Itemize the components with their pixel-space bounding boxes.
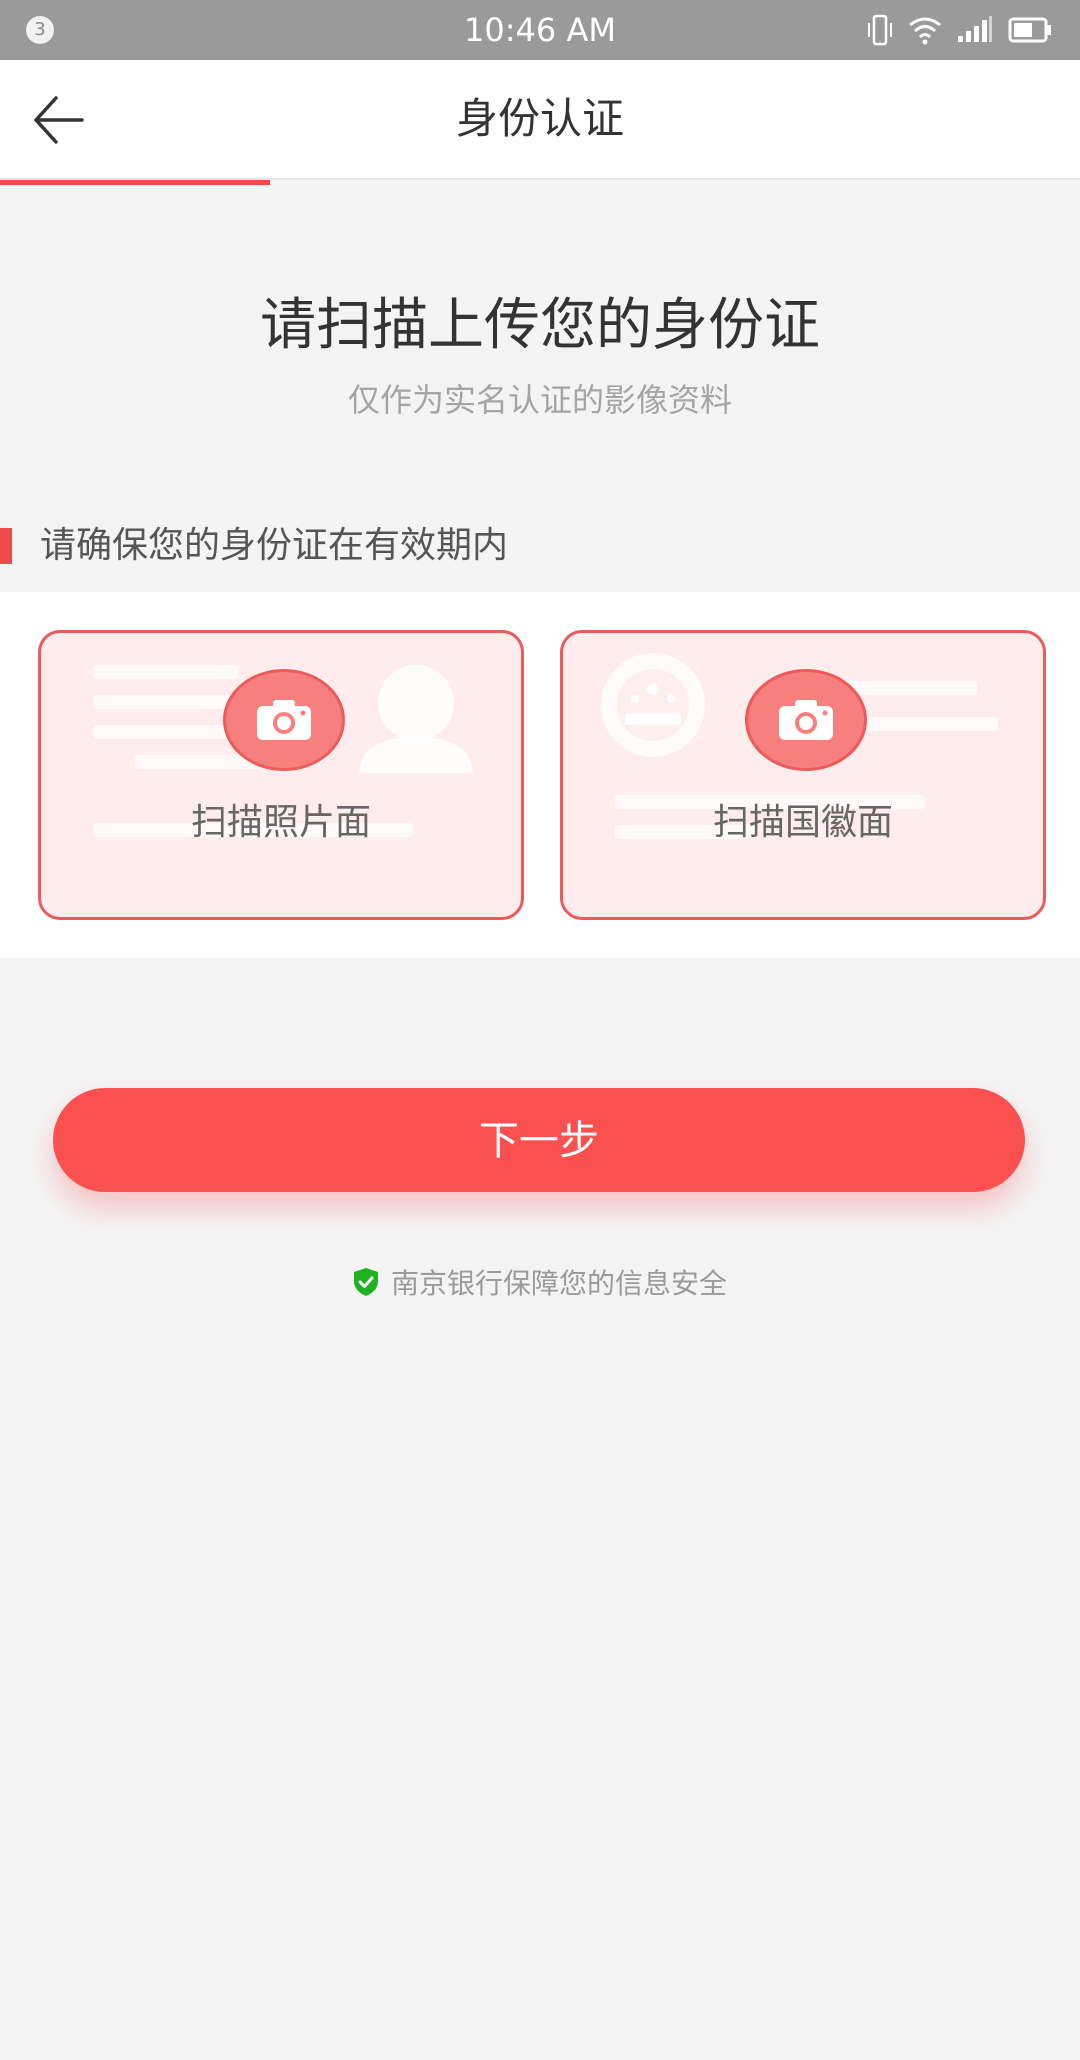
battery-icon	[1008, 17, 1051, 43]
status-bar: 3 10:46 AM	[0, 0, 1080, 60]
validity-notice: 请确保您的身份证在有效期内	[0, 520, 1080, 570]
notice-text: 请确保您的身份证在有效期内	[40, 525, 509, 566]
camera-icon	[257, 700, 311, 740]
nav-bar: 身份认证	[0, 60, 1080, 180]
scan-headline: 请扫描上传您的身份证	[260, 293, 820, 358]
shield-check-icon	[353, 1268, 378, 1296]
scan-emblem-side-card[interactable]: 扫描国徽面	[560, 630, 1046, 920]
camera-icon	[779, 700, 833, 740]
security-note: 南京银行保障您的信息安全	[0, 1260, 1080, 1304]
notice-accent-bar	[0, 528, 12, 564]
scan-photo-side-label: 扫描照片面	[190, 802, 371, 843]
next-step-button[interactable]: 下一步	[53, 1088, 1025, 1192]
signal-icon	[958, 16, 992, 42]
camera-button[interactable]	[745, 669, 867, 771]
scan-photo-side-card[interactable]: 扫描照片面	[38, 630, 524, 920]
step-progress-bar	[0, 180, 1080, 185]
status-icons	[866, 14, 1052, 46]
security-note-text: 南京银行保障您的信息安全	[390, 1267, 727, 1300]
scan-subtitle: 仅作为实名认证的影像资料	[347, 381, 732, 419]
scan-emblem-side-label: 扫描国徽面	[712, 802, 893, 843]
vibrate-icon	[868, 14, 892, 46]
page-title: 身份认证	[455, 94, 624, 143]
wifi-icon	[909, 17, 941, 45]
id-card-section: 扫描照片面 扫描国徽面	[0, 592, 1080, 958]
step-progress-fill	[0, 180, 270, 185]
camera-button[interactable]	[223, 669, 345, 771]
